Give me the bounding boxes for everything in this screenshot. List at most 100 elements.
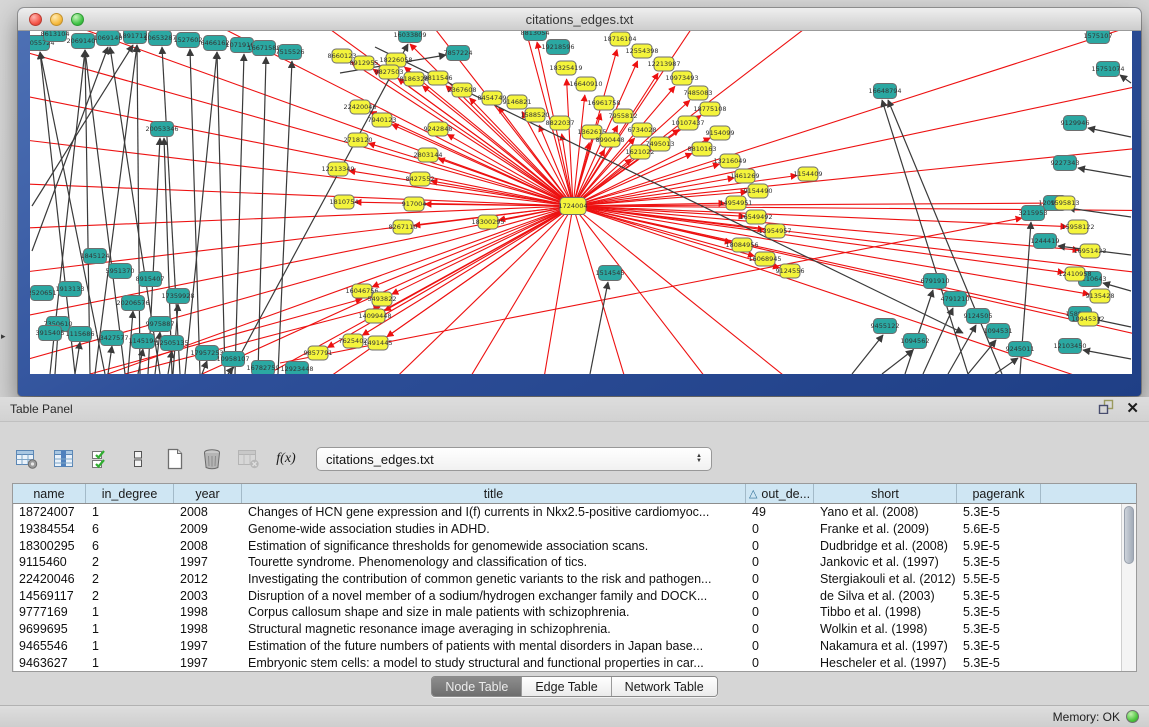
column-header-name[interactable]: name <box>13 484 86 503</box>
graph-node[interactable]: 16648794 <box>868 84 901 99</box>
graph-node[interactable]: 20206576 <box>116 296 149 311</box>
show-column-icon[interactable] <box>51 447 77 471</box>
graph-node[interactable]: 9975887 <box>146 317 175 332</box>
table-header-row[interactable]: namein_degreeyeartitle△out_de...shortpag… <box>13 484 1136 504</box>
graph-node[interactable]: 12554398 <box>625 44 658 58</box>
new-table-icon[interactable] <box>162 447 188 471</box>
table-row[interactable]: 1830029562008Estimation of significance … <box>13 537 1121 554</box>
graph-node[interactable]: 12505135 <box>155 336 188 351</box>
graph-node[interactable]: 3215953 <box>1019 206 1048 221</box>
float-panel-icon[interactable] <box>1097 399 1114 419</box>
table-row[interactable]: 946554611997Estimation of the future num… <box>13 638 1121 655</box>
column-header-title[interactable]: title <box>242 484 746 503</box>
graph-node[interactable]: 10107437 <box>671 116 704 130</box>
graph-node[interactable]: 17359928 <box>161 289 194 304</box>
graph-node[interactable]: 15751074 <box>1091 62 1124 77</box>
table-row[interactable]: 969969511998Structural magnetic resonanc… <box>13 621 1121 638</box>
graph-node[interactable]: 7955812 <box>609 109 638 123</box>
table-row[interactable]: 1456911722003Disruption of a novel membe… <box>13 587 1121 604</box>
graph-node[interactable]: 18775108 <box>693 102 726 116</box>
column-header-year[interactable]: year <box>174 484 242 503</box>
tab-network-table[interactable]: Network Table <box>612 677 717 696</box>
graph-node[interactable]: 1094562 <box>901 334 930 349</box>
graph-node[interactable]: 1094531 <box>984 324 1013 339</box>
graph-node[interactable]: 16951423 <box>1073 244 1106 258</box>
graph-node[interactable]: 9455122 <box>871 319 900 334</box>
graph-node[interactable]: 9227343 <box>1051 156 1080 171</box>
node-table[interactable]: namein_degreeyeartitle△out_de...shortpag… <box>12 483 1137 672</box>
graph-node[interactable]: 12213349 <box>321 162 354 176</box>
graph-node[interactable]: 1575107 <box>1084 31 1113 44</box>
graph-node[interactable]: 7485083 <box>684 86 713 100</box>
graph-node[interactable]: 1145194 <box>129 334 158 349</box>
graph-node[interactable]: 8613104 <box>41 31 70 42</box>
delete-row-icon[interactable] <box>199 447 225 471</box>
graph-node[interactable]: 16068945 <box>748 252 781 266</box>
graph-node[interactable]: 8915407 <box>136 272 165 287</box>
column-header-short[interactable]: short <box>814 484 957 503</box>
graph-node[interactable]: 9124505 <box>964 309 993 324</box>
graph-node[interactable]: 1491445 <box>364 336 393 350</box>
graph-node[interactable]: 9242848 <box>424 122 453 136</box>
graph-node[interactable]: 16640910 <box>569 77 602 91</box>
column-header-in_degree[interactable]: in_degree <box>86 484 174 503</box>
graph-node[interactable]: 4791210 <box>941 292 970 307</box>
graph-node[interactable]: 1514545 <box>596 266 625 281</box>
column-header-out_de[interactable]: △out_de... <box>746 484 814 503</box>
select-attributes-icon[interactable] <box>88 447 114 471</box>
table-panel-titlebar[interactable]: Table Panel ✕ <box>0 397 1149 422</box>
table-body[interactable]: 1872400712008Changes of HCN gene express… <box>13 504 1121 671</box>
graph-node[interactable]: 9129946 <box>1061 116 1090 131</box>
graph-node[interactable]: 16961758 <box>587 96 620 110</box>
graph-node[interactable]: 5951370 <box>106 264 135 279</box>
table-row[interactable]: 911546021997Tourette syndrome. Phenomeno… <box>13 554 1121 571</box>
graph-node[interactable]: 13216049 <box>713 154 746 168</box>
graph-node[interactable]: 9245011 <box>1006 342 1035 357</box>
function-builder-icon[interactable]: f(x) <box>273 447 299 471</box>
table-type-tabs[interactable]: Node TableEdge TableNetwork Table <box>431 676 717 697</box>
graph-node[interactable]: 1845124 <box>81 249 110 264</box>
graph-node[interactable]: 9146821 <box>503 95 532 109</box>
graph-node[interactable]: 1724004 <box>559 198 588 215</box>
graph-node[interactable]: 10653287 <box>143 31 176 46</box>
graph-node[interactable]: 7515526 <box>276 45 305 60</box>
graph-node[interactable]: 12103450 <box>1053 339 1086 354</box>
column-header-pagerank[interactable]: pagerank <box>957 484 1041 503</box>
graph-node[interactable]: 1244419 <box>1031 234 1060 249</box>
row-height-icon[interactable] <box>125 447 151 471</box>
table-row[interactable]: 946362711997Embryonic stem cells: a mode… <box>13 654 1121 671</box>
graph-node[interactable]: 1527602 <box>174 33 203 48</box>
graph-node[interactable]: 2718120 <box>344 133 373 147</box>
graph-node[interactable]: 917004 <box>402 197 427 211</box>
close-panel-icon[interactable]: ✕ <box>1126 402 1139 416</box>
graph-node[interactable]: 12923448 <box>280 362 313 375</box>
graph-node[interactable]: 13427577 <box>95 331 128 346</box>
graph-node[interactable]: 12213987 <box>647 57 680 71</box>
zoom-window-icon[interactable] <box>71 13 84 26</box>
graph-node[interactable]: 8267110 <box>389 220 418 234</box>
graph-node[interactable]: 10958107 <box>216 352 249 367</box>
graph-node[interactable]: 19218596 <box>541 40 574 55</box>
network-window[interactable]: citations_edges.txt 24055724861310420691… <box>18 8 1141 396</box>
citation-network-graph[interactable]: 2405572486131042069140610691401891712710… <box>30 31 1132 374</box>
graph-node[interactable]: 1115686 <box>66 327 95 342</box>
table-row[interactable]: 2242004622012Investigating the contribut… <box>13 571 1121 588</box>
minimize-window-icon[interactable] <box>50 13 63 26</box>
graph-node[interactable]: 10973493 <box>665 71 698 85</box>
graph-node[interactable]: 16549492 <box>739 210 772 224</box>
close-window-icon[interactable] <box>29 13 42 26</box>
graph-node[interactable]: 18325419 <box>549 61 582 75</box>
memory-status-dot[interactable] <box>1126 710 1139 723</box>
graph-node[interactable]: 3915405 <box>36 326 65 341</box>
graph-node[interactable]: 18716104 <box>603 32 636 46</box>
table-row[interactable]: 977716911998Corpus callosum shape and si… <box>13 604 1121 621</box>
graph-node[interactable]: 9135428 <box>1086 289 1115 303</box>
graph-node[interactable]: 15958122 <box>1061 220 1094 234</box>
table-row[interactable]: 1938455462009Genome-wide association stu… <box>13 521 1121 538</box>
panel-collapse-arrow-icon[interactable]: ▸ <box>1 331 6 342</box>
table-settings-icon[interactable] <box>14 447 40 471</box>
table-row[interactable]: 1872400712008Changes of HCN gene express… <box>13 504 1121 521</box>
vertical-scrollbar[interactable] <box>1121 504 1136 671</box>
graph-node[interactable]: 16033809 <box>393 31 426 43</box>
tab-edge-table[interactable]: Edge Table <box>522 677 611 696</box>
